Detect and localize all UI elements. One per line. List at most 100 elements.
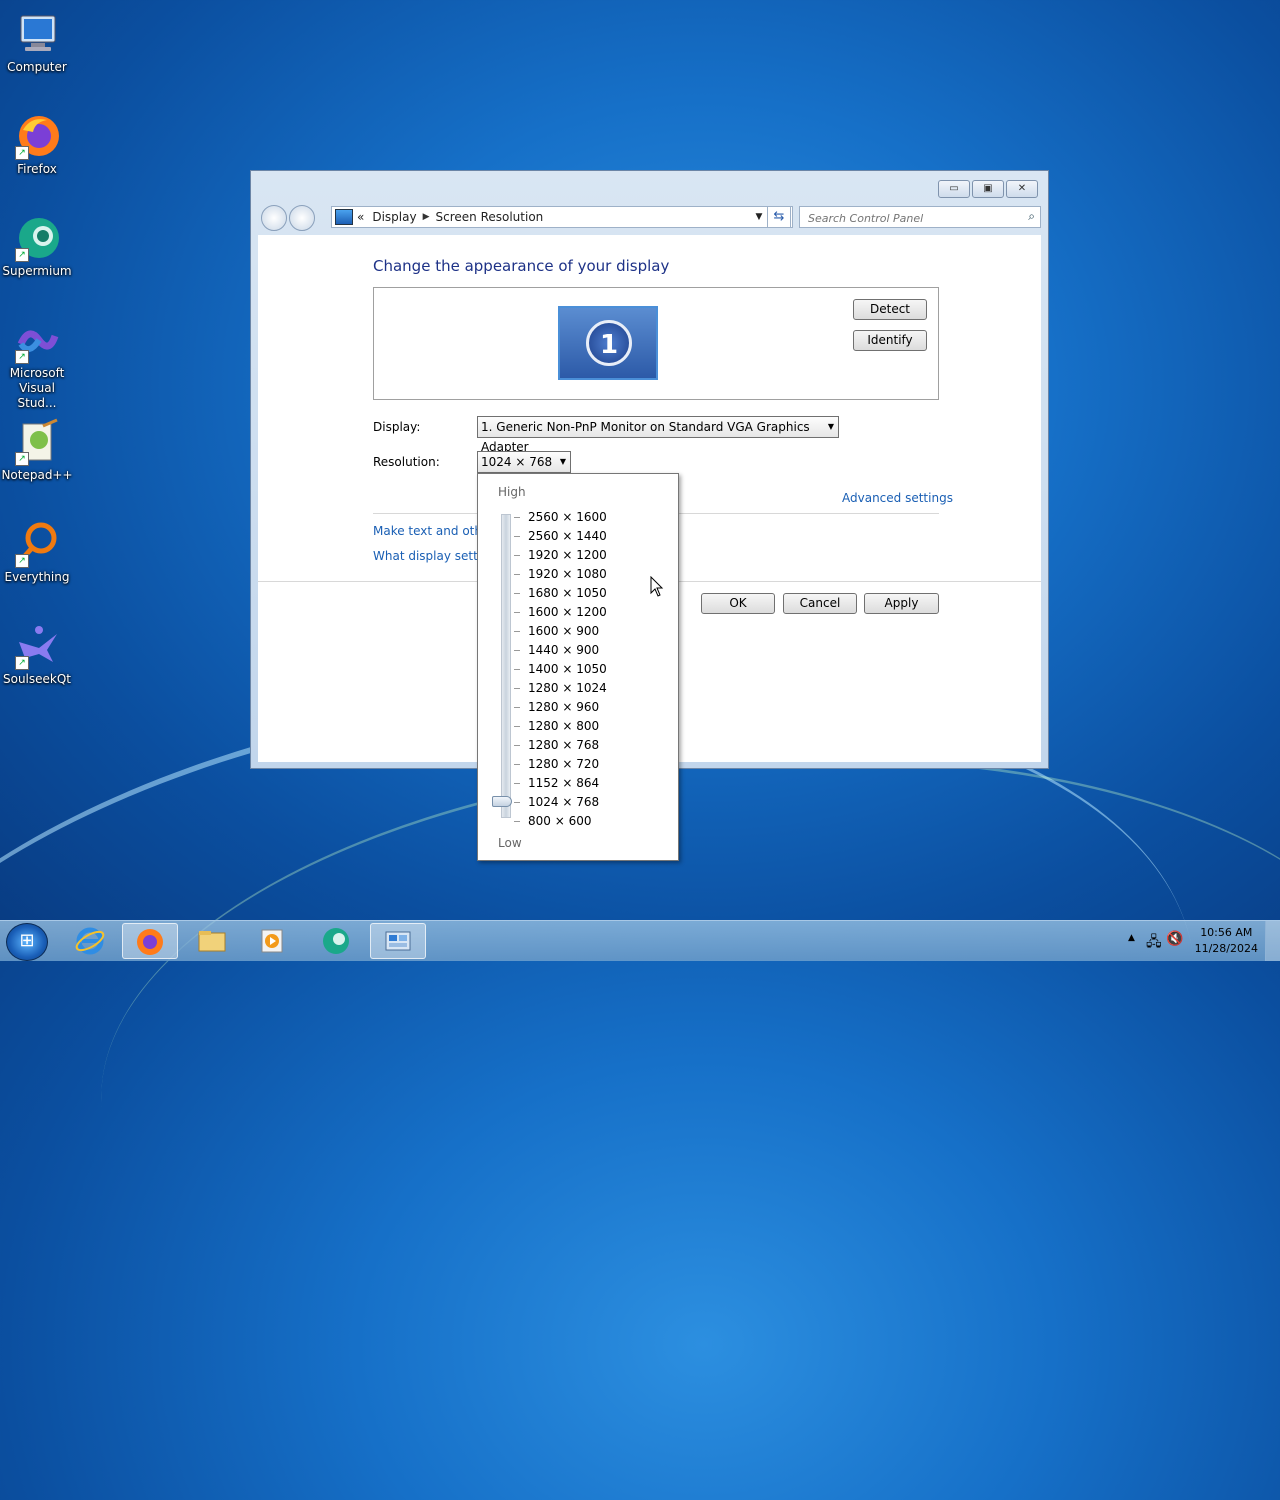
detect-button[interactable]: Detect	[853, 299, 927, 320]
slider-tick	[514, 764, 520, 765]
resolution-option[interactable]: 1280 × 1024	[528, 681, 607, 695]
system-tray: ▲ 🖧 🔇 10:56 AM 11/28/2024	[1120, 921, 1280, 961]
show-desktop-button[interactable]	[1265, 921, 1280, 961]
search-box[interactable]: ⌕	[799, 206, 1041, 228]
volume-muted-icon[interactable]: 🔇	[1166, 931, 1183, 947]
clock-date: 11/28/2024	[1194, 942, 1258, 955]
slider-tick	[514, 726, 520, 727]
address-bar[interactable]: « Display ▶ Screen Resolution ▼	[331, 206, 793, 228]
resolution-select[interactable]: 1024 × 768 ▼	[477, 451, 571, 473]
network-icon[interactable]: 🖧	[1146, 931, 1162, 955]
resolution-option[interactable]: 1280 × 960	[528, 700, 599, 714]
desktop-icon-label: Computer	[7, 60, 67, 74]
navigation-bar: « Display ▶ Screen Resolution ▼ ⇆ ⌕	[259, 203, 1041, 231]
resolution-option[interactable]: 1680 × 1050	[528, 586, 607, 600]
slider-tick	[514, 821, 520, 822]
resolution-option[interactable]: 800 × 600	[528, 814, 592, 828]
shortcut-arrow-icon: ↗	[15, 146, 29, 160]
desktop-icon-notepadpp[interactable]: ↗ Notepad++	[0, 410, 74, 483]
resolution-option[interactable]: 1920 × 1080	[528, 567, 607, 581]
desktop-icon-firefox[interactable]: ↗ Firefox	[0, 104, 74, 177]
slider-tick	[514, 574, 520, 575]
breadcrumb-screen-resolution[interactable]: Screen Resolution	[436, 210, 544, 224]
resolution-option[interactable]: 1024 × 768	[528, 795, 599, 809]
everything-search-icon: ↗	[13, 520, 61, 568]
resolution-option[interactable]: 1400 × 1050	[528, 662, 607, 676]
desktop-icon-soulseekqt[interactable]: ↗ SoulseekQt	[0, 614, 74, 687]
desktop-icon-label: Supermium	[2, 264, 72, 278]
address-dropdown-icon[interactable]: ▼	[750, 212, 768, 222]
slider-tick	[514, 650, 520, 651]
search-input[interactable]	[806, 208, 1020, 228]
firefox-icon	[137, 929, 163, 955]
resolution-option[interactable]: 1920 × 1200	[528, 548, 607, 562]
apply-button[interactable]: Apply	[864, 593, 939, 614]
resolution-option[interactable]: 1152 × 864	[528, 776, 599, 790]
slider-tick	[514, 612, 520, 613]
clock-time: 10:56 AM	[1200, 926, 1253, 939]
taskbar-explorer[interactable]	[184, 923, 240, 959]
shortcut-arrow-icon: ↗	[15, 248, 29, 262]
desktop-icon-supermium[interactable]: ↗ Supermium	[0, 206, 74, 279]
resolution-option[interactable]: 1280 × 768	[528, 738, 599, 752]
resolution-option[interactable]: 2560 × 1600	[528, 510, 607, 524]
resolution-slider-track[interactable]	[501, 514, 511, 818]
taskbar-control-panel[interactable]	[370, 923, 426, 959]
shortcut-arrow-icon: ↗	[15, 656, 29, 670]
show-hidden-icons-icon[interactable]: ▲	[1128, 933, 1135, 943]
shortcut-arrow-icon: ↗	[15, 554, 29, 568]
resolution-option[interactable]: 2560 × 1440	[528, 529, 607, 543]
visual-studio-icon: ↗	[13, 316, 61, 364]
resolution-slider-thumb[interactable]	[492, 796, 512, 807]
taskbar-media-player[interactable]	[244, 923, 300, 959]
low-label: Low	[498, 836, 522, 850]
minimize-button[interactable]: ▭	[938, 180, 970, 198]
ok-button[interactable]: OK	[701, 593, 775, 614]
desktop-icon-label: Notepad++	[1, 468, 73, 482]
identify-button[interactable]: Identify	[853, 330, 927, 351]
monitor-1-thumbnail[interactable]: 1	[558, 306, 658, 380]
slider-tick	[514, 802, 520, 803]
high-label: High	[498, 485, 526, 499]
resolution-option[interactable]: 1280 × 720	[528, 757, 599, 771]
caption-buttons: ▭ ▣ ✕	[938, 180, 1038, 198]
resolution-option[interactable]: 1440 × 900	[528, 643, 599, 657]
desktop-icon-computer[interactable]: Computer	[0, 2, 74, 75]
back-button[interactable]	[261, 205, 287, 231]
breadcrumb-separator-icon[interactable]: ▶	[423, 212, 430, 222]
maximize-button[interactable]: ▣	[972, 180, 1004, 198]
resolution-label: Resolution:	[373, 455, 440, 469]
clock[interactable]: 10:56 AM 11/28/2024	[1195, 925, 1258, 957]
refresh-button[interactable]: ⇆	[767, 206, 791, 228]
display-label: Display:	[373, 420, 421, 434]
desktop-icon-everything[interactable]: ↗ Everything	[0, 512, 74, 585]
breadcrumb-root-arrow[interactable]: «	[357, 210, 364, 224]
close-button[interactable]: ✕	[1006, 180, 1038, 198]
shortcut-arrow-icon: ↗	[15, 350, 29, 364]
resolution-option[interactable]: 1600 × 1200	[528, 605, 607, 619]
slider-tick	[514, 536, 520, 537]
notepadpp-icon: ↗	[13, 418, 61, 466]
advanced-settings-link[interactable]: Advanced settings	[842, 491, 953, 505]
monitor-arrangement-area: 1 Detect Identify	[373, 287, 939, 400]
taskbar-firefox[interactable]	[122, 923, 178, 959]
cancel-button[interactable]: Cancel	[783, 593, 857, 614]
desktop-icon-label: SoulseekQt	[2, 672, 71, 686]
supermium-icon	[323, 928, 349, 954]
taskbar-internet-explorer[interactable]	[62, 923, 118, 959]
resolution-option[interactable]: 1280 × 800	[528, 719, 599, 733]
breadcrumb-display[interactable]: Display	[372, 210, 416, 224]
slider-tick	[514, 555, 520, 556]
slider-tick	[514, 631, 520, 632]
resolution-option[interactable]: 1600 × 900	[528, 624, 599, 638]
forward-button[interactable]	[289, 205, 315, 231]
start-button[interactable]: ⊞	[6, 923, 48, 961]
desktop-icon-visual-studio[interactable]: ↗ Microsoft Visual Stud...	[0, 308, 74, 411]
display-select[interactable]: 1. Generic Non-PnP Monitor on Standard V…	[477, 416, 839, 454]
search-icon[interactable]: ⌕	[1028, 209, 1035, 224]
taskbar-supermium[interactable]	[308, 923, 364, 959]
slider-tick	[514, 517, 520, 518]
taskbar: ⊞ ▲ 🖧 🔇 10:56 AM 11/28/2024	[0, 920, 1280, 961]
slider-tick	[514, 707, 520, 708]
supermium-icon: ↗	[13, 214, 61, 262]
